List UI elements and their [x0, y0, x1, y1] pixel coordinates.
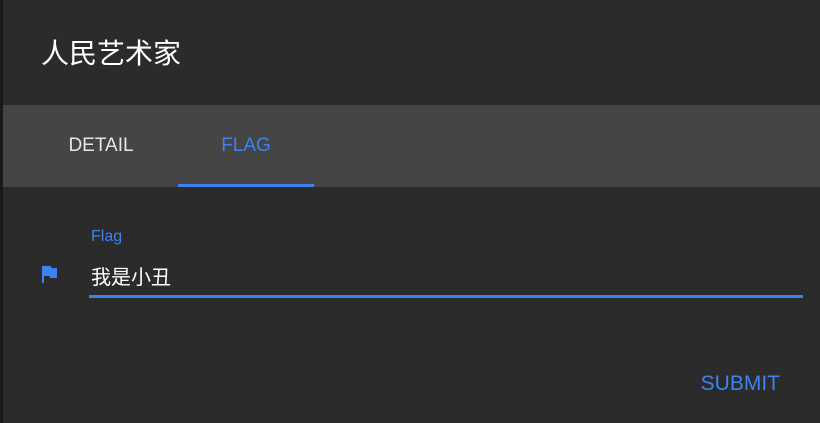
- flag-input-underline: [89, 295, 803, 298]
- tab-flag[interactable]: FLAG: [178, 105, 314, 187]
- flag-icon: [42, 266, 57, 283]
- tab-detail[interactable]: DETAIL: [33, 105, 169, 187]
- flag-field-label: Flag: [91, 228, 123, 245]
- active-tab-indicator: [178, 184, 314, 187]
- submit-button[interactable]: SUBMIT: [697, 364, 784, 404]
- flag-dialog: 人民艺术家 DETAIL FLAG Flag SUBMIT: [3, 0, 820, 423]
- tab-bar: DETAIL FLAG: [3, 105, 820, 187]
- flag-input[interactable]: [89, 258, 803, 292]
- dialog-title: 人民艺术家: [41, 37, 182, 70]
